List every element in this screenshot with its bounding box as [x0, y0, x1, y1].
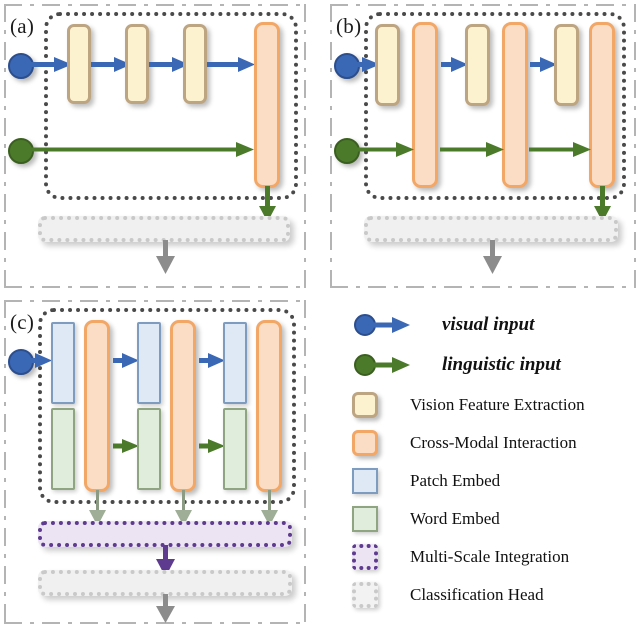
panel-c-cross-modal-block-1: [84, 320, 110, 492]
panel-label-a: (a): [10, 14, 35, 38]
panel-c-visual-arrow-1: [113, 353, 139, 368]
panel-b-backbone-group: [364, 12, 626, 200]
panel-b-cross-modal-block-2: [502, 22, 528, 188]
panel-c-patch-embed-1: [51, 322, 75, 404]
panel-c-visual-arrow-0: [26, 353, 52, 368]
legend-icon-cross-modal-interaction: [352, 430, 412, 456]
legend-item-cross-modal-interaction: Cross-Modal Interaction: [352, 428, 577, 458]
panel-b-linguistic-arrow-2: [529, 142, 591, 157]
legend-icon-visual-input: [352, 312, 412, 338]
panel-b-linguistic-arrow-0: [352, 142, 414, 157]
legend-label-cross-modal-interaction: Cross-Modal Interaction: [410, 433, 577, 452]
panel-c-word-embed-3: [223, 408, 247, 490]
panel-a-vision-block-2: [125, 24, 149, 104]
panel-c-linguistic-arrow-1: [113, 439, 139, 453]
legend-item-linguistic-input: linguistic input: [352, 348, 561, 382]
panel-a-classification-head: [38, 216, 290, 242]
panel-a-vision-block-1: [67, 24, 91, 104]
legend-label-classification-head: Classification Head: [410, 585, 544, 604]
panel-b-cross-modal-block-1: [412, 22, 438, 188]
legend-icon-linguistic-input: [352, 352, 412, 378]
panel-c-cross-modal-block-2: [170, 320, 196, 492]
panel-c-word-embed-2: [137, 408, 161, 490]
legend-item-visual-input: visual input: [352, 308, 534, 342]
legend-item-classification-head: Classification Head: [352, 580, 544, 610]
panel-b-linguistic-arrow-1: [440, 142, 504, 157]
legend-item-word-embed: Word Embed: [352, 504, 500, 534]
panel-b-cross-modal-block-3: [589, 22, 615, 188]
panel-b-output-arrow: [483, 240, 502, 274]
legend-icon-classification-head: [352, 582, 412, 608]
legend-item-patch-embed: Patch Embed: [352, 466, 500, 496]
panel-a-output-arrow: [156, 240, 175, 274]
panel-c-cross-modal-block-3: [256, 320, 282, 492]
panel-b-visual-arrow-2: [530, 57, 557, 72]
legend-item-vision-feature-extraction: Vision Feature Extraction: [352, 390, 585, 420]
panel-c-output-arrow: [156, 594, 175, 623]
legend-icon-multi-scale-integration: [352, 544, 412, 570]
legend-label-multi-scale-integration: Multi-Scale Integration: [410, 547, 570, 566]
panel-a-visual-arrow-0: [26, 57, 72, 72]
legend-icon-word-embed: [352, 506, 412, 532]
panel-c-visual-arrow-2: [199, 353, 225, 368]
panel-a-vision-block-3: [183, 24, 207, 104]
panel-b-vision-block-3: [554, 24, 579, 106]
panel-label-b: (b): [336, 14, 362, 38]
panel-label-c: (c): [10, 310, 35, 334]
panel-a-visual-arrow-3: [207, 57, 255, 72]
panel-a-linguistic-arrow: [26, 142, 254, 157]
panel-b-vision-block-2: [465, 24, 490, 106]
panel-c-patch-embed-3: [223, 322, 247, 404]
panel-c-classification-head: [38, 570, 292, 596]
panel-a-cross-modal-block: [254, 22, 280, 188]
panel-c-word-embed-1: [51, 408, 75, 490]
figure-canvas: (a) (b) (c) visual input linguistic inpu…: [0, 0, 640, 628]
legend-icon-vision-feature-extraction: [352, 392, 412, 418]
panel-b-visual-arrow-1: [441, 57, 468, 72]
legend-label-word-embed: Word Embed: [410, 509, 500, 528]
panel-c-patch-embed-2: [137, 322, 161, 404]
legend-label-vision-feature-extraction: Vision Feature Extraction: [410, 395, 585, 414]
legend-icon-patch-embed: [352, 468, 412, 494]
legend-label-visual-input: visual input: [442, 314, 535, 335]
legend-label-linguistic-input: linguistic input: [442, 354, 561, 375]
panel-c-linguistic-arrow-2: [199, 439, 225, 453]
legend: visual input linguistic input Vision Fea…: [352, 300, 636, 624]
legend-item-multi-scale-integration: Multi-Scale Integration: [352, 542, 569, 572]
panel-c-multi-scale-integration: [38, 521, 292, 547]
legend-label-patch-embed: Patch Embed: [410, 471, 501, 490]
panel-b-vision-block-1: [375, 24, 400, 106]
panel-b-classification-head: [364, 216, 618, 242]
